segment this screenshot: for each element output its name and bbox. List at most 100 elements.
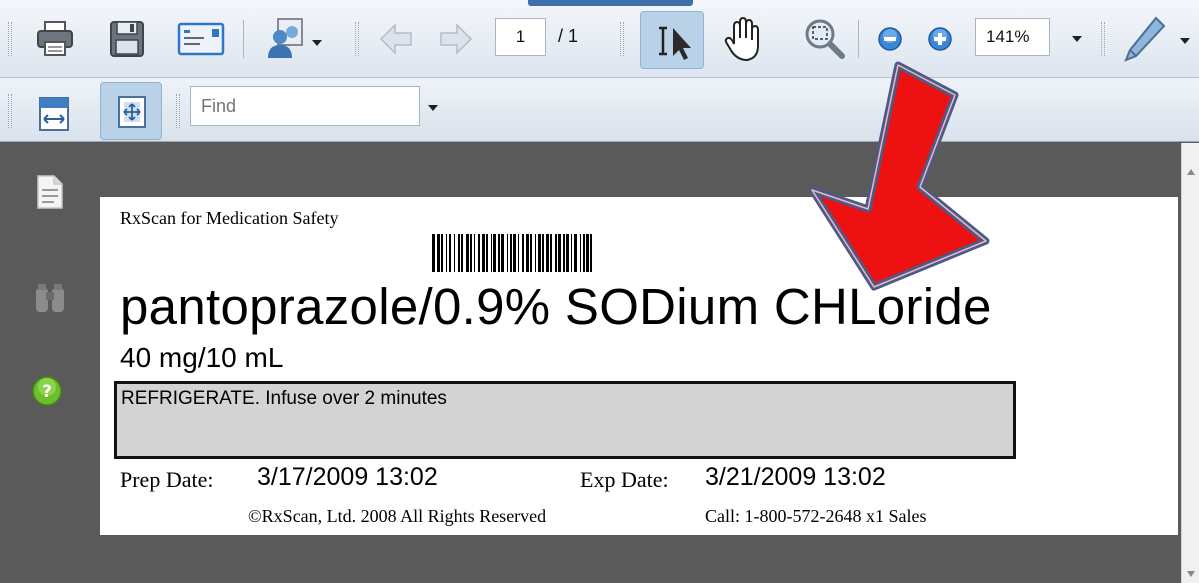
barcode-bar	[583, 234, 585, 272]
search-panel-button[interactable]	[30, 278, 70, 318]
page-total: / 1	[558, 26, 579, 46]
barcode-bar	[538, 234, 541, 272]
select-text-icon	[659, 26, 691, 60]
instructions-text: REFRIGERATE. Infuse over 2 minutes	[121, 388, 447, 409]
pages-panel-button[interactable]	[30, 172, 70, 212]
find-dropdown-icon[interactable]	[428, 105, 438, 111]
chevron-down-icon	[1180, 38, 1190, 44]
chevron-down-icon	[312, 40, 322, 46]
barcode-bar	[446, 234, 447, 272]
binoculars-icon	[36, 284, 64, 312]
toolbar-grip[interactable]	[355, 22, 359, 56]
help-icon: ?	[32, 376, 62, 406]
email-button[interactable]	[176, 18, 226, 60]
zoom-in-button[interactable]	[926, 25, 954, 53]
hand-tool-button[interactable]	[720, 14, 768, 64]
previous-page-button[interactable]	[378, 22, 414, 56]
copyright-text: ©RxScan, Ltd. 2008 All Rights Reserved	[248, 506, 547, 526]
barcode-bar	[563, 234, 565, 272]
pen-tool-button[interactable]	[1122, 14, 1192, 64]
barcode-bar	[522, 234, 524, 272]
pdf-page: RxScan for Medication Safety pantoprazol…	[100, 197, 1178, 535]
barcode-bar	[491, 234, 492, 272]
prep-date-value: 3/17/2009 13:02	[257, 463, 438, 491]
barcode-bar	[558, 234, 561, 272]
barcode-bar	[501, 234, 504, 272]
toolbar-grip[interactable]	[176, 94, 180, 128]
barcode-bar	[518, 234, 519, 272]
barcode-bar	[535, 234, 536, 272]
barcode-bar	[571, 234, 572, 272]
select-tool-button[interactable]	[640, 11, 704, 69]
barcode-bar	[507, 234, 508, 272]
next-page-button[interactable]	[438, 22, 474, 56]
vertical-scrollbar[interactable]	[1181, 143, 1199, 583]
save-icon	[110, 21, 144, 57]
barcode-bar	[474, 234, 475, 272]
back-arrow-icon	[379, 23, 412, 55]
zoom-out-icon	[878, 27, 902, 51]
barcode-bar	[458, 234, 460, 272]
exp-date-label: Exp Date:	[580, 467, 669, 492]
prep-date-label: Prep Date:	[120, 467, 214, 492]
barcode-bar	[432, 234, 435, 272]
barcode-bar	[478, 234, 480, 272]
scroll-down-icon[interactable]	[1187, 571, 1195, 577]
zoom-level-field[interactable]: 141%	[975, 18, 1050, 56]
barcode-bar	[493, 234, 496, 272]
pages-icon	[37, 175, 63, 209]
barcode-bar	[580, 234, 581, 272]
toolbar-grip[interactable]	[8, 22, 12, 56]
barcode-bar	[546, 234, 549, 272]
zoom-in-icon	[928, 27, 952, 51]
label-header: RxScan for Medication Safety	[120, 208, 339, 228]
collaborate-button[interactable]	[264, 16, 322, 62]
barcode-bar	[555, 234, 557, 272]
barcode-bar	[461, 234, 463, 272]
zoom-out-button[interactable]	[876, 25, 904, 53]
exp-date-value: 3/21/2009 13:02	[705, 463, 886, 491]
fit-page-icon	[118, 96, 146, 128]
barcode-bar	[542, 234, 544, 272]
barcode-bar	[530, 234, 532, 272]
call-text: Call: 1-800-572-2648 x1 Sales	[705, 506, 927, 526]
save-button[interactable]	[106, 18, 148, 60]
barcode-bar	[449, 234, 451, 272]
toolbar-grip[interactable]	[1101, 22, 1105, 56]
users-icon	[268, 18, 303, 58]
page-number-input[interactable]	[495, 18, 546, 56]
barcode-bar	[441, 234, 443, 272]
barcode-bar	[526, 234, 529, 272]
print-icon	[37, 21, 73, 56]
barcode-bar	[498, 234, 500, 272]
fit-width-button[interactable]	[34, 94, 74, 134]
barcode-bar	[466, 234, 469, 272]
toolbar-grip[interactable]	[620, 22, 624, 56]
barcode-bar	[437, 234, 440, 272]
scroll-up-icon[interactable]	[1187, 169, 1195, 175]
zoom-dropdown-icon[interactable]	[1072, 36, 1082, 42]
barcode-bar	[586, 234, 589, 272]
barcode-bar	[590, 234, 592, 272]
window-title-tab	[528, 0, 693, 6]
find-input[interactable]	[190, 86, 420, 126]
secondary-toolbar	[0, 78, 1199, 142]
barcode-bar	[454, 234, 455, 272]
svg-text:?: ?	[42, 382, 52, 402]
fit-width-icon	[39, 97, 69, 131]
annotation-arrow	[808, 61, 990, 291]
barcode	[432, 234, 592, 272]
barcode-bar	[486, 234, 488, 272]
barcode-bar	[482, 234, 485, 272]
email-icon	[177, 22, 225, 56]
barcode-bar	[513, 234, 516, 272]
barcode-bar	[470, 234, 472, 272]
main-toolbar: / 1	[0, 0, 1199, 78]
barcode-bar	[566, 234, 569, 272]
print-button[interactable]	[34, 18, 76, 60]
instructions-box: REFRIGERATE. Infuse over 2 minutes	[114, 381, 1016, 459]
help-button[interactable]: ?	[30, 374, 64, 408]
hand-icon	[724, 16, 759, 62]
fit-page-button[interactable]	[100, 82, 162, 140]
toolbar-grip[interactable]	[8, 94, 12, 128]
